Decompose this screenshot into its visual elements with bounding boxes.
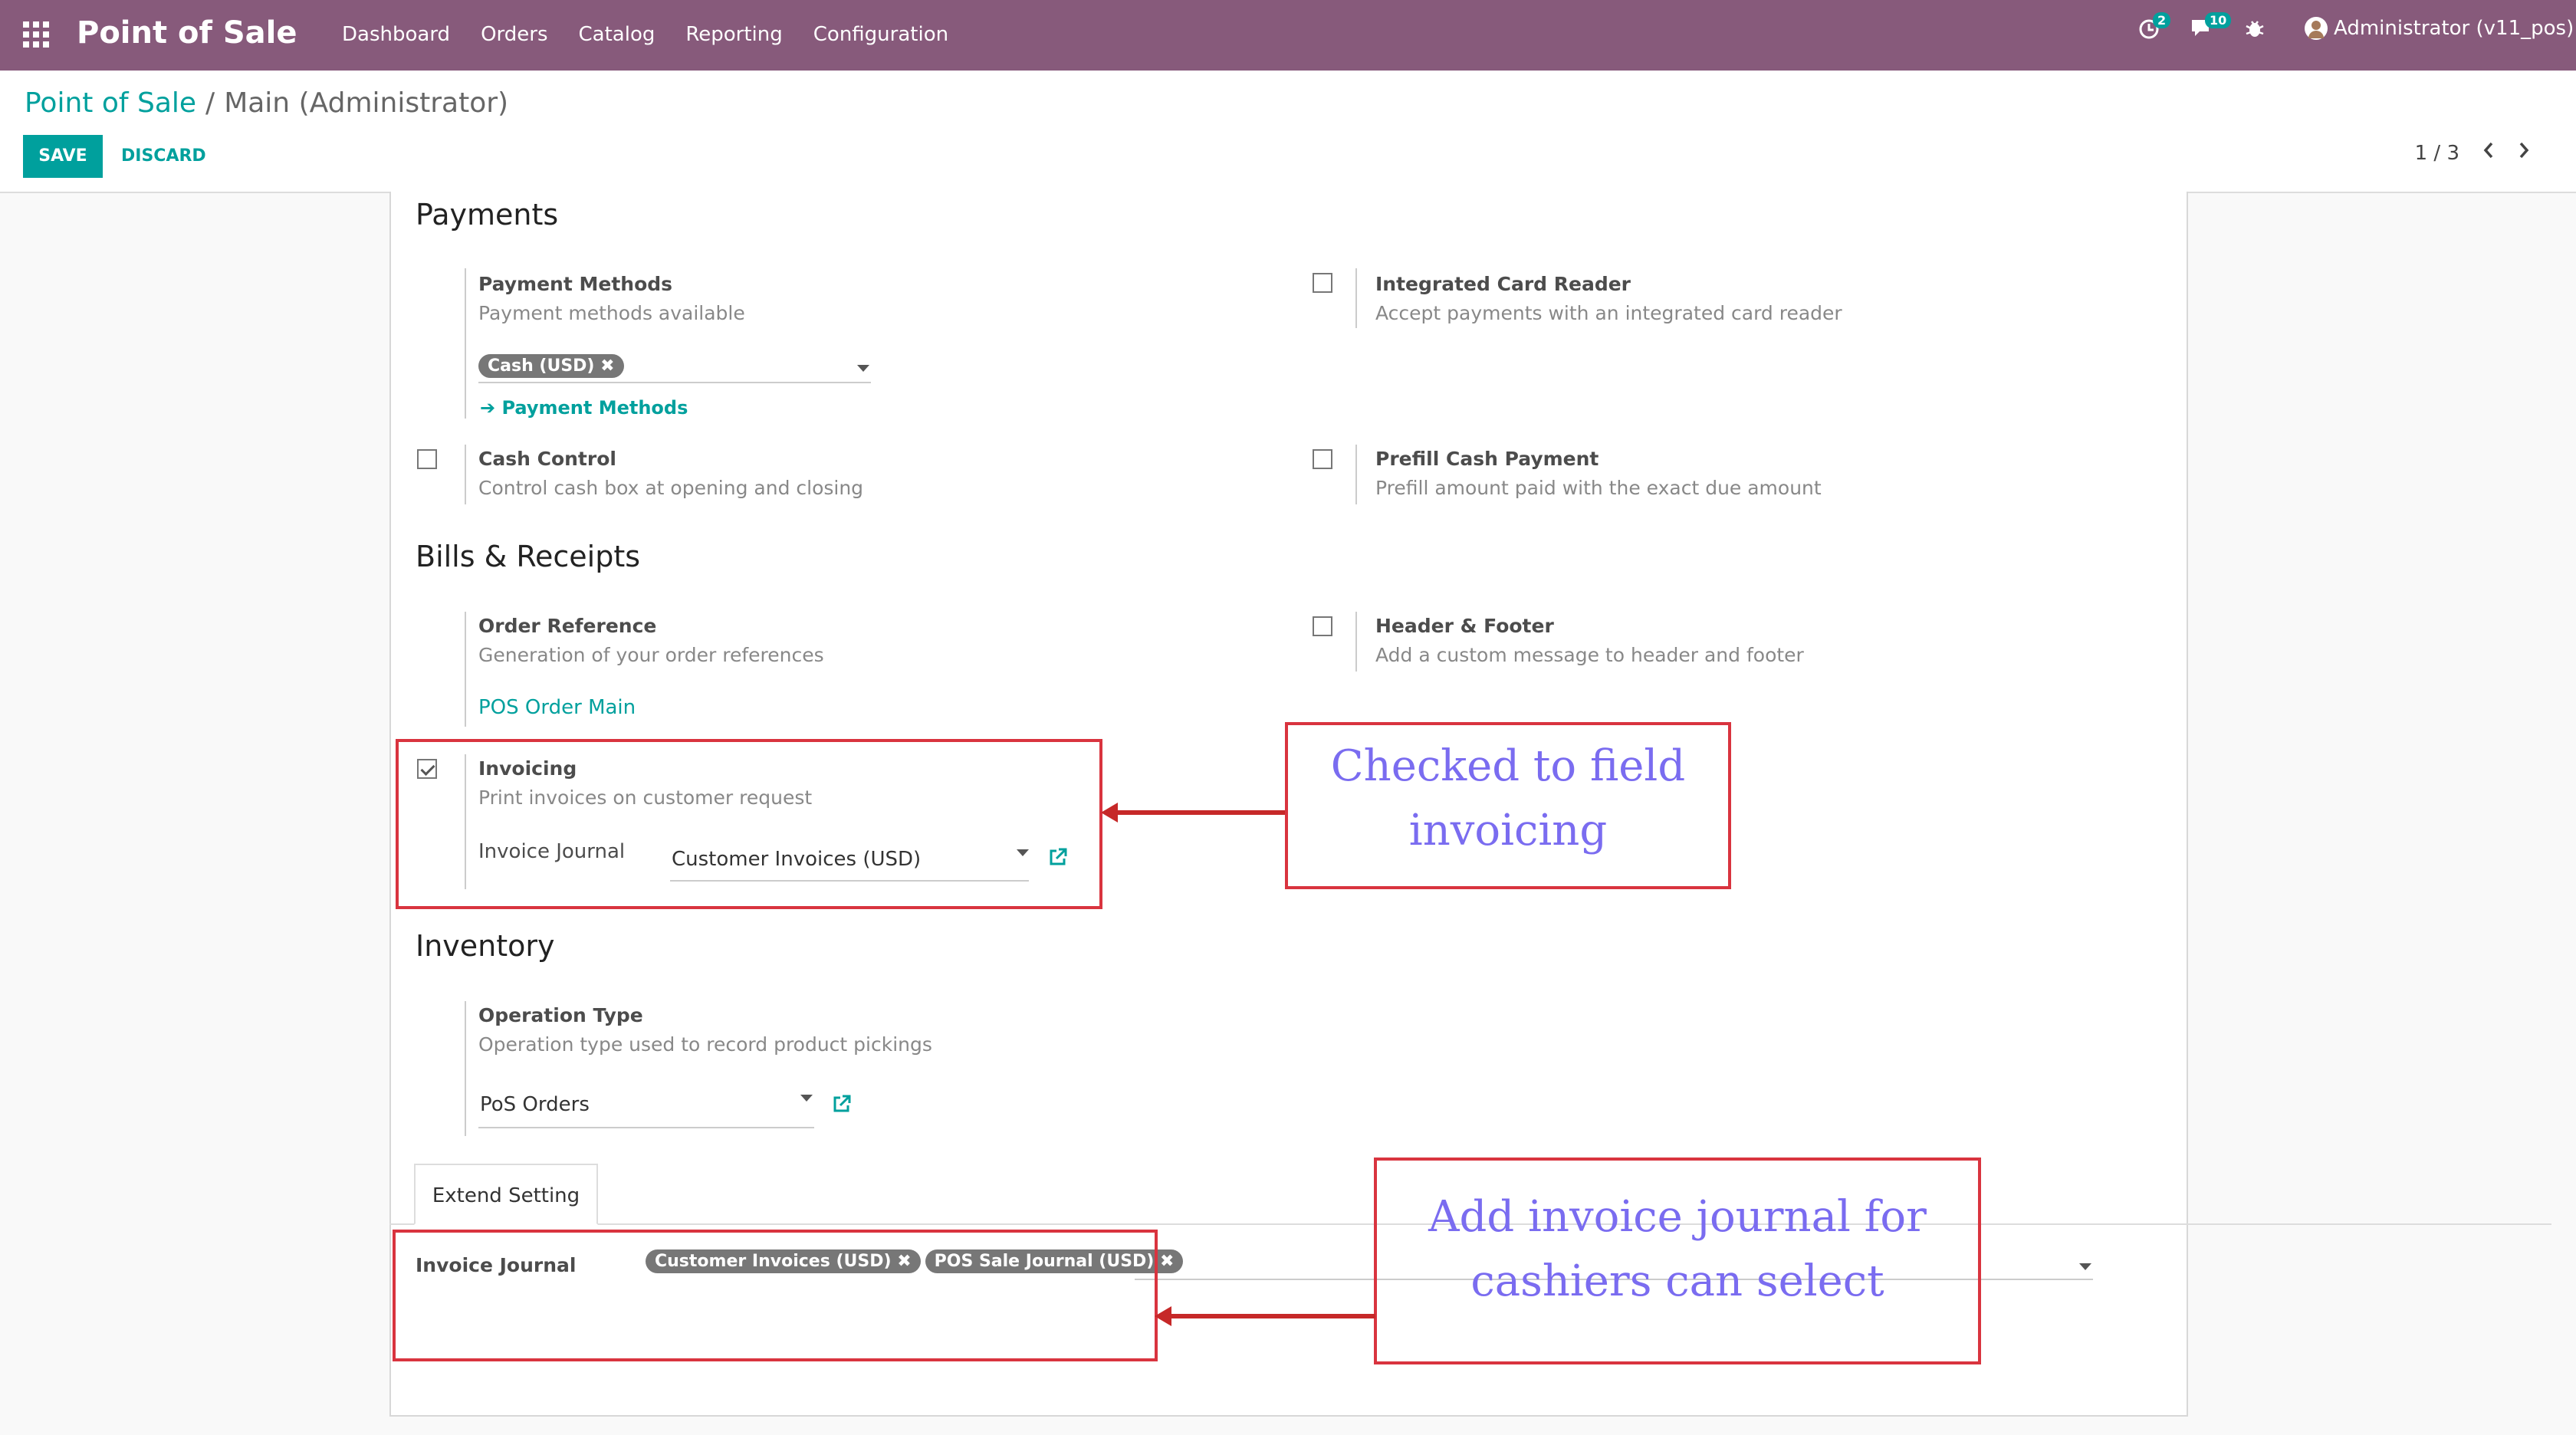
external-link-icon[interactable]	[831, 1093, 853, 1115]
discard-button[interactable]: DISCARD	[121, 135, 206, 178]
payment-methods-field[interactable]	[478, 382, 871, 383]
arrow-head-icon	[1101, 803, 1118, 823]
annotation-arrow	[1116, 810, 1285, 815]
setting-divider	[465, 1001, 466, 1136]
section-heading-bills-receipts: Bills & Receipts	[416, 540, 641, 573]
operation-type-field[interactable]	[478, 1127, 814, 1128]
annotation-text-journal: Add invoice journal for cashiers can sel…	[1428, 1192, 1927, 1306]
setting-divider	[465, 612, 466, 727]
menu-reporting[interactable]: Reporting	[685, 23, 782, 46]
header-footer-desc: Add a custom message to header and foote…	[1375, 644, 1804, 666]
app-title: Point of Sale	[77, 15, 297, 51]
operation-type-value[interactable]: PoS Orders	[480, 1093, 590, 1116]
section-heading-inventory: Inventory	[416, 929, 555, 963]
menu-orders[interactable]: Orders	[481, 23, 547, 46]
control-panel: Point of Sale / Main (Administrator) SAVE …	[0, 71, 2576, 193]
annotation-arrow	[1170, 1314, 1375, 1318]
breadcrumb-current: Main (Administrator)	[224, 87, 509, 119]
highlight-extend-invoice-journal	[393, 1230, 1158, 1361]
menu-dashboard[interactable]: Dashboard	[342, 23, 450, 46]
menu-catalog[interactable]: Catalog	[579, 23, 656, 46]
order-reference-desc: Generation of your order references	[478, 644, 824, 666]
debug-bug-icon[interactable]	[2245, 17, 2265, 45]
save-button[interactable]: SAVE	[23, 135, 103, 178]
prefill-cash-title: Prefill Cash Payment	[1375, 448, 1599, 470]
pager-value: 1 / 3	[2414, 141, 2459, 165]
payment-methods-desc: Payment methods available	[478, 302, 745, 324]
messages-count-badge: 10	[2205, 12, 2232, 28]
main-menu: Dashboard Orders Catalog Reporting Confi…	[342, 23, 948, 46]
setting-divider	[465, 445, 466, 504]
order-reference-link[interactable]: POS Order Main	[478, 696, 636, 719]
section-heading-payments: Payments	[416, 198, 559, 232]
operation-type-desc: Operation type used to record product pi…	[478, 1033, 932, 1056]
activity-icon[interactable]: 2	[2137, 12, 2171, 45]
dropdown-caret-icon[interactable]	[857, 365, 869, 372]
tab-extend-setting[interactable]: Extend Setting	[414, 1164, 598, 1225]
card-reader-checkbox[interactable]	[1313, 273, 1332, 293]
pager-previous-icon[interactable]	[2482, 141, 2495, 165]
top-navbar: Point of Sale Dashboard Orders Catalog R…	[0, 0, 2576, 71]
header-footer-checkbox[interactable]	[1313, 616, 1332, 636]
pager-next-icon[interactable]	[2518, 141, 2530, 165]
arrow-head-icon	[1155, 1306, 1171, 1326]
activity-count-badge: 2	[2153, 12, 2171, 28]
messages-icon[interactable]: 10	[2190, 12, 2232, 45]
setting-divider	[1355, 268, 1357, 328]
arrow-right-icon: ➔	[480, 397, 496, 419]
menu-configuration[interactable]: Configuration	[813, 23, 948, 46]
cash-control-title: Cash Control	[478, 448, 616, 470]
dropdown-caret-icon[interactable]	[800, 1095, 813, 1102]
prefill-cash-desc: Prefill amount paid with the exact due a…	[1375, 477, 1822, 499]
cash-control-checkbox[interactable]	[417, 449, 437, 469]
annotation-text-invoicing: Checked to field invoicing	[1330, 741, 1686, 855]
card-reader-desc: Accept payments with an integrated card …	[1375, 302, 1842, 324]
prefill-cash-checkbox[interactable]	[1313, 449, 1332, 469]
order-reference-title: Order Reference	[478, 615, 657, 637]
breadcrumb: Point of Sale / Main (Administrator)	[25, 87, 508, 119]
setting-divider	[1355, 612, 1357, 672]
payment-methods-title: Payment Methods	[478, 273, 673, 295]
setting-divider	[1355, 445, 1357, 504]
pager: 1 / 3	[2415, 141, 2530, 165]
card-reader-title: Integrated Card Reader	[1375, 273, 1631, 295]
payment-methods-link[interactable]: ➔ Payment Methods	[480, 397, 688, 419]
avatar	[2305, 17, 2328, 40]
payment-method-tag[interactable]: Cash (USD) ✖	[478, 354, 624, 378]
apps-menu-icon[interactable]	[23, 21, 51, 49]
user-name: Administrator (v11_pos)	[2334, 17, 2574, 40]
user-menu[interactable]: Administrator (v11_pos)	[2305, 17, 2574, 40]
dropdown-caret-icon[interactable]	[2079, 1263, 2091, 1270]
breadcrumb-separator: /	[205, 87, 215, 119]
cash-control-desc: Control cash box at opening and closing	[478, 477, 864, 499]
breadcrumb-root[interactable]: Point of Sale	[25, 87, 196, 119]
header-footer-title: Header & Footer	[1375, 615, 1554, 637]
highlight-invoicing	[396, 739, 1102, 909]
operation-type-title: Operation Type	[478, 1004, 643, 1026]
